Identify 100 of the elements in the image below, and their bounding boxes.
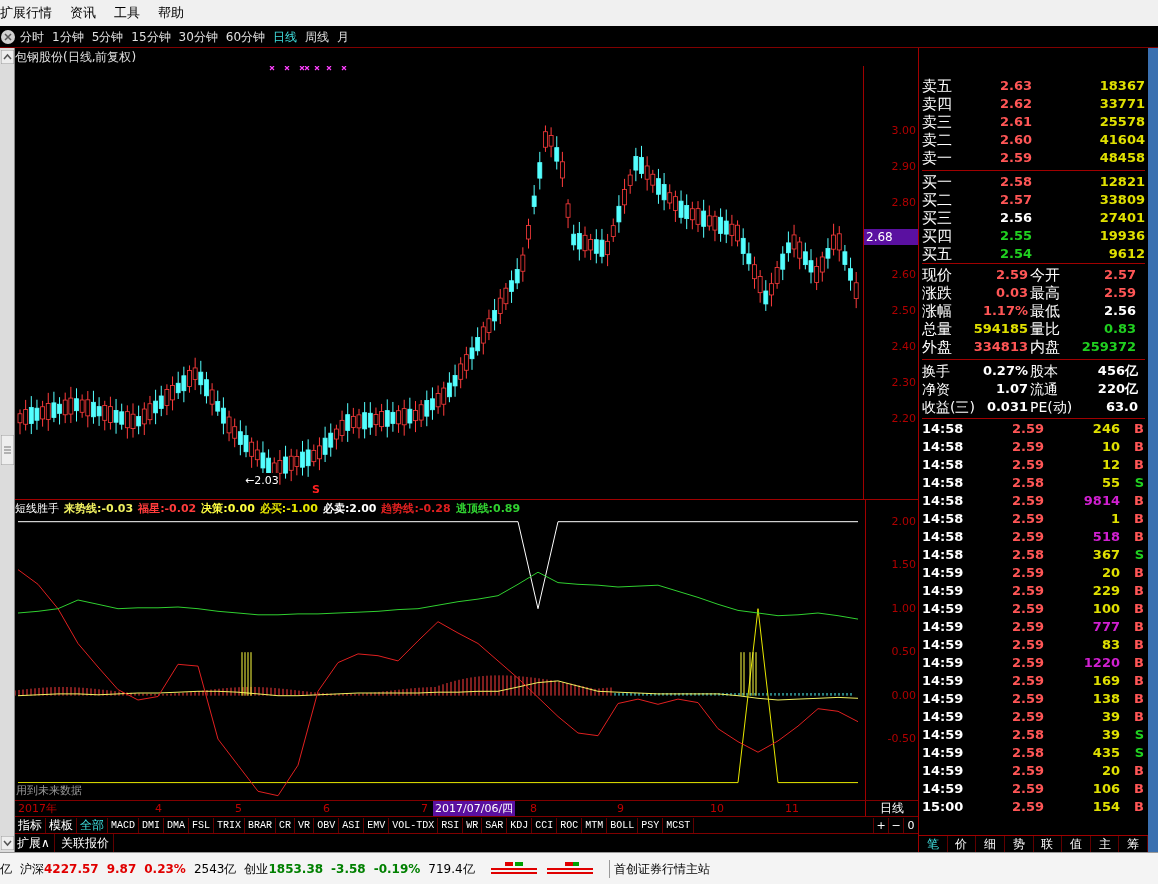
trade-time: 14:59 — [922, 600, 965, 619]
indicator-tab[interactable]: MCST — [663, 817, 695, 833]
sell-marker: S — [312, 484, 320, 495]
indicator-tab[interactable]: CR — [276, 817, 296, 833]
quote-label: 买二 — [922, 192, 953, 208]
indicator-tab[interactable]: MTM — [582, 817, 608, 833]
period-tab[interactable]: 30分钟 — [174, 27, 222, 46]
price-axis-label: 3.00 — [891, 125, 916, 136]
quote-value: 2.56 — [1102, 302, 1137, 321]
date-label: 8 — [530, 801, 537, 816]
trade-volume: 169 — [1091, 672, 1120, 691]
y-tick-label: 1.00 — [891, 602, 916, 614]
trade-volume: 777 — [1091, 618, 1120, 637]
period-tab[interactable]: 周线 — [301, 27, 334, 46]
menu-item[interactable]: 工具 — [114, 3, 140, 23]
indicator-tab[interactable]: RSI — [438, 817, 464, 833]
indicator-tab[interactable]: PSY — [638, 817, 664, 833]
trade-time: 14:59 — [922, 636, 965, 655]
quote-label: 卖三 — [922, 114, 953, 130]
trade-time: 14:59 — [922, 618, 965, 637]
trade-side: S — [1133, 546, 1144, 565]
indicator-tab[interactable]: 全部 — [77, 817, 108, 833]
period-tab[interactable]: 月 — [333, 27, 354, 46]
period-tab[interactable]: 1分钟 — [48, 27, 88, 46]
quote-volume: 48458 — [1098, 149, 1145, 168]
indicator-tab[interactable]: EMV — [364, 817, 390, 833]
period-label: 日线 — [865, 801, 918, 816]
period-tab[interactable]: 5分钟 — [87, 27, 128, 46]
indicator-tab[interactable]: 模板 — [46, 817, 77, 833]
trade-time: 14:58 — [922, 510, 965, 529]
trade-side: B — [1133, 564, 1144, 583]
quote-value: 0.031 — [985, 398, 1029, 417]
close-icon[interactable] — [1, 29, 15, 44]
quote-price: 2.61 — [998, 113, 1032, 132]
scroll-up-icon[interactable] — [0, 50, 14, 64]
indicator-tab[interactable]: FSL — [189, 817, 215, 833]
quote-value: 1.07 — [994, 380, 1029, 399]
trade-volume: 435 — [1091, 744, 1120, 763]
menu-item[interactable]: 资讯 — [70, 3, 96, 23]
trade-side: B — [1133, 636, 1144, 655]
trade-price: 2.59 — [1010, 690, 1044, 709]
quote-value: 0.83 — [1102, 320, 1137, 339]
period-tab[interactable]: 15分钟 — [127, 27, 175, 46]
trade-side: S — [1133, 474, 1144, 493]
date-label: 4 — [155, 801, 162, 816]
trade-volume: 100 — [1091, 600, 1120, 619]
zoom-button[interactable]: + — [873, 817, 888, 833]
trade-volume: 154 — [1091, 798, 1120, 817]
indicator-tab[interactable]: OBV — [314, 817, 340, 833]
menu-item[interactable]: 帮助 — [158, 3, 184, 23]
indicator-tab[interactable]: BRAR — [245, 817, 277, 833]
indicator-tab[interactable]: ASI — [339, 817, 365, 833]
quote-label: 净资 — [922, 382, 951, 396]
quote-label: 总量 — [922, 321, 953, 337]
scroll-down-icon[interactable] — [0, 836, 14, 850]
legend-item: 必买:-1.00 — [259, 501, 318, 517]
trade-side: B — [1133, 456, 1144, 475]
quote-value: 220亿 — [1096, 380, 1138, 399]
trade-volume: 55 — [1100, 474, 1120, 493]
chart-title: 包钢股份(日线,前复权) — [15, 49, 137, 66]
quote-label: 流通 — [1030, 382, 1059, 396]
index-change: 9.87 — [106, 860, 137, 878]
market-breadth-icon — [546, 861, 595, 876]
zoom-button[interactable]: 0 — [903, 817, 918, 833]
indicator-tab[interactable]: MACD — [108, 817, 139, 833]
quote-label: 换手 — [922, 364, 951, 378]
trade-volume: 12 — [1100, 456, 1120, 475]
scroll-handle-icon[interactable] — [0, 435, 14, 465]
indicator-tab[interactable]: VOL-TDX — [389, 817, 439, 833]
quote-label: 今开 — [1030, 267, 1061, 283]
menu-item[interactable]: 扩展行情 — [0, 3, 52, 23]
price-axis-label: 2.20 — [891, 413, 916, 424]
quote-label: 卖五 — [922, 78, 953, 94]
quote-volume: 19936 — [1098, 227, 1145, 246]
period-tab[interactable]: 日线 — [269, 27, 302, 46]
trade-side: B — [1133, 690, 1144, 709]
indicator-tab[interactable]: DMA — [164, 817, 190, 833]
quote-price: 2.56 — [998, 209, 1032, 228]
zoom-button[interactable]: − — [888, 817, 903, 833]
price-axis-label: 2.60 — [891, 269, 916, 280]
quote-value: 63.0 — [1104, 398, 1138, 417]
indicator-tab[interactable]: VR — [295, 817, 315, 833]
trade-price: 2.59 — [1010, 582, 1044, 601]
indicator-tab[interactable]: KDJ — [507, 817, 533, 833]
trade-side: B — [1133, 438, 1144, 457]
indicator-tab[interactable]: 指标 — [15, 817, 46, 833]
indicator-tab[interactable]: CCI — [532, 817, 558, 833]
indicator-tab[interactable]: ROC — [557, 817, 583, 833]
indicator-tab[interactable]: SAR — [482, 817, 508, 833]
y-tick-label: -0.50 — [887, 733, 916, 745]
indicator-tab[interactable]: DMI — [139, 817, 165, 833]
period-tab[interactable]: 60分钟 — [221, 27, 270, 46]
period-tab[interactable]: 分时 — [16, 27, 48, 46]
trade-volume: 39 — [1100, 708, 1120, 727]
indicator-tab[interactable]: BOLL — [607, 817, 639, 833]
trade-time: 14:58 — [922, 474, 965, 493]
trade-side: S — [1133, 726, 1144, 745]
indicator-tab[interactable]: TRIX — [214, 817, 246, 833]
indicator-tab[interactable]: WR — [463, 817, 483, 833]
trade-side: S — [1133, 744, 1144, 763]
